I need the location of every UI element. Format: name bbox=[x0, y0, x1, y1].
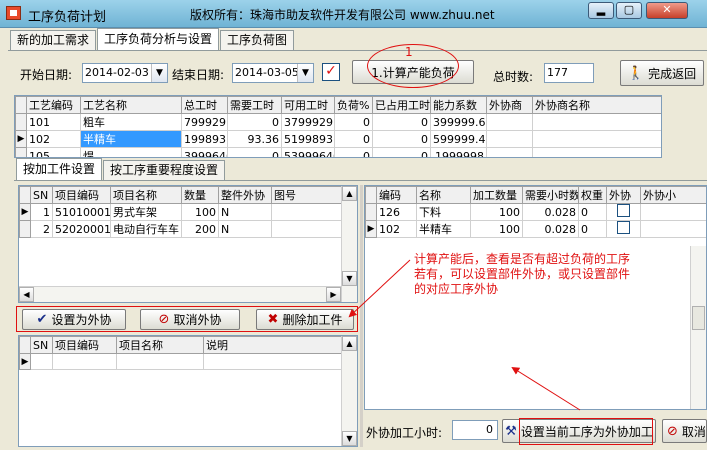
outsource-hours-label: 外协加工小时: bbox=[366, 426, 443, 440]
outsource-hours-field[interactable]: 0 bbox=[452, 420, 498, 440]
arrow-to-part-buttons bbox=[348, 259, 411, 318]
no-entry-icon: ⊘ bbox=[667, 423, 678, 439]
annotation-arrows bbox=[348, 259, 581, 411]
cancel-op-label: 取消 bbox=[681, 424, 706, 439]
arrow-to-set-op-button bbox=[511, 366, 581, 411]
tools-icon: ⚒ bbox=[505, 423, 517, 439]
annotation-box-op-button bbox=[519, 418, 653, 445]
cancel-op-button[interactable]: ⊘ 取消 bbox=[662, 419, 707, 443]
